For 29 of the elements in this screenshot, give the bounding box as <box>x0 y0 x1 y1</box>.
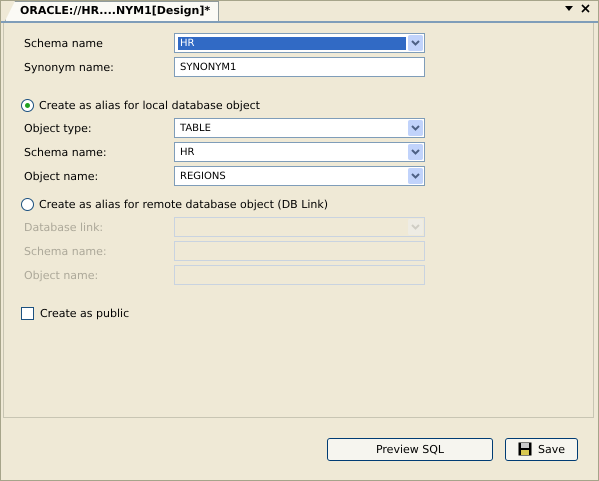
field-label: Schema name <box>24 36 104 50</box>
preview-button[interactable]: Preview SQL <box>327 438 493 460</box>
chevron-icon <box>411 173 420 179</box>
save-button[interactable]: Save <box>505 438 578 460</box>
dropdown[interactable]: HR <box>174 142 425 162</box>
field-label: Database link: <box>24 220 104 234</box>
dropdown[interactable]: HR <box>174 33 425 53</box>
radio-label: Create as alias for remote database object (DB Link) <box>39 198 328 211</box>
radio-label: Create as alias for local database object <box>39 99 260 112</box>
dropdown[interactable]: REGIONS <box>174 166 425 186</box>
checkbox[interactable] <box>21 307 34 320</box>
dropdown-arrow-icon[interactable] <box>565 6 573 11</box>
dropdown[interactable]: TABLE <box>174 118 425 138</box>
chevron-icon <box>411 40 420 46</box>
checkbox-label: Create as public <box>40 307 130 320</box>
radio-button[interactable] <box>21 99 34 112</box>
field-label: Schema name: <box>24 244 108 258</box>
radio-button[interactable] <box>21 198 34 211</box>
chevron-icon <box>411 224 420 230</box>
chevron-icon <box>411 125 420 131</box>
field-label: Object type: <box>24 122 93 134</box>
field-label: Object name: <box>24 170 100 182</box>
field-label: Synonym name: <box>24 60 115 74</box>
chevron-icon <box>411 149 420 155</box>
field-label: Object name: <box>24 268 100 282</box>
field-label: Schema name: <box>24 146 108 158</box>
text-field[interactable]: SYNONYM1 <box>174 57 425 77</box>
close-icon[interactable] <box>581 4 590 13</box>
document-tab[interactable]: ORACLE://HR....NYM1[Design]* <box>5 1 220 21</box>
